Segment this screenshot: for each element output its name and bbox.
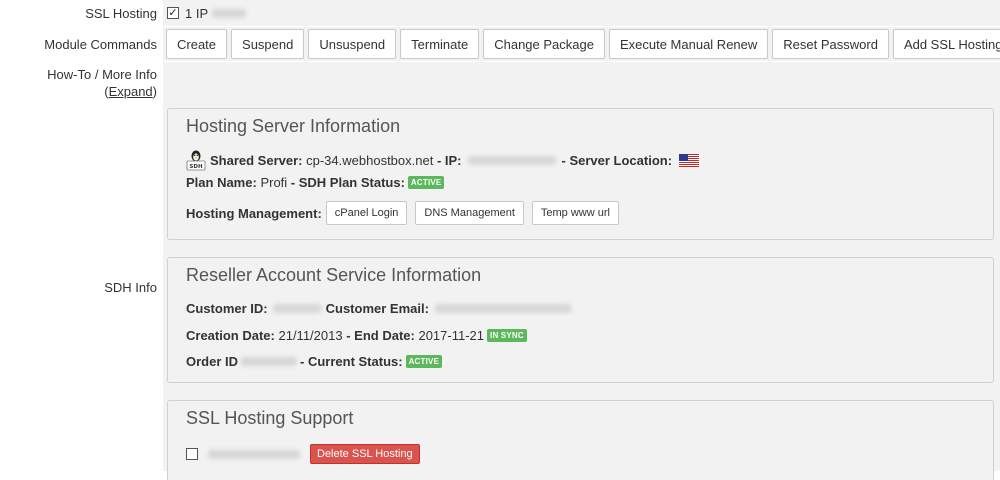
dates-line: Creation Date: 21/11/2013 - End Date: 20…	[186, 328, 527, 343]
shared-server-value: cp-34.webhostbox.net	[306, 152, 434, 168]
shared-server-label: Shared Server:	[210, 152, 303, 168]
ssl-hosting-support-panel: SSL Hosting Support Delete SSL Hosting	[167, 400, 994, 480]
order-id-label: Order ID	[186, 354, 239, 369]
module-commands-toolbar: Create Suspend Unsuspend Terminate Chang…	[163, 27, 1000, 61]
sdh-info-field: Hosting Server Information SDH Shared Se…	[163, 62, 1000, 480]
hosting-management-line: Hosting Management: cPanel Login DNS Man…	[186, 201, 619, 225]
hosting-server-title: Hosting Server Information	[186, 116, 401, 136]
unsuspend-button[interactable]: Unsuspend	[308, 29, 397, 59]
redacted-order-id	[241, 357, 298, 366]
expand-link[interactable]: Expand	[109, 84, 153, 99]
tux-penguin-icon: SDH	[186, 150, 206, 171]
sync-badge: IN SYNC	[487, 329, 527, 342]
creation-date-value: 21/11/2013	[278, 328, 343, 343]
ssl-hosting-text: 1 IP	[185, 5, 209, 21]
ssl-hosting-field: ✓ 1 IP	[163, 0, 1000, 26]
cpanel-login-button[interactable]: cPanel Login	[325, 201, 408, 225]
ssl-hosting-support-title: SSL Hosting Support	[186, 408, 354, 428]
customer-email-label: Customer Email:	[325, 301, 429, 316]
us-flag-icon	[679, 153, 700, 167]
customer-line: Customer ID: Customer Email:	[186, 301, 571, 316]
ssl-hosting-checkbox[interactable]: ✓	[167, 7, 179, 19]
howto-label: How-To / More Info (Expand)	[47, 67, 157, 99]
hosting-server-panel: Hosting Server Information SDH Shared Se…	[167, 108, 994, 240]
add-ssl-hosting-button[interactable]: Add SSL Hosting	[892, 29, 1000, 59]
svg-text:SDH: SDH	[189, 164, 203, 170]
redacted-customer-id	[272, 304, 321, 313]
redacted-ip	[212, 8, 247, 18]
redacted-server-ip	[467, 155, 556, 165]
plan-status-label: - SDH Plan Status:	[290, 175, 405, 190]
shared-server-line: SDH Shared Server: cp-34.webhostbox.net …	[186, 149, 700, 171]
ssl-support-checkbox[interactable]	[186, 448, 198, 460]
delete-ssl-hosting-button[interactable]: Delete SSL Hosting	[310, 444, 420, 464]
plan-status-badge: ACTIVE	[407, 176, 445, 189]
suspend-button[interactable]: Suspend	[231, 29, 305, 59]
order-line: Order ID - Current Status: ACTIVE	[186, 354, 443, 369]
terminate-button[interactable]: Terminate	[400, 29, 480, 59]
creation-date-label: Creation Date:	[186, 328, 275, 343]
change-package-button[interactable]: Change Package	[483, 29, 605, 59]
ssl-support-line: Delete SSL Hosting	[186, 444, 420, 464]
redacted-customer-email	[434, 304, 571, 313]
dns-management-button[interactable]: DNS Management	[415, 201, 524, 225]
plan-name-value: Profi	[260, 175, 288, 190]
end-date-value: 2017-11-21	[418, 328, 485, 343]
hosting-management-label: Hosting Management:	[186, 205, 322, 221]
plan-line: Plan Name: Profi - SDH Plan Status: ACTI…	[186, 175, 445, 190]
plan-name-label: Plan Name:	[186, 175, 257, 190]
sdh-info-label: SDH Info	[104, 280, 157, 295]
create-button[interactable]: Create	[166, 29, 228, 59]
reseller-account-panel: Reseller Account Service Information Cus…	[167, 257, 994, 383]
current-status-badge: ACTIVE	[405, 355, 443, 368]
reseller-account-title: Reseller Account Service Information	[186, 265, 482, 285]
current-status-label: - Current Status:	[300, 354, 403, 369]
execute-manual-renew-button[interactable]: Execute Manual Renew	[608, 29, 769, 59]
temp-www-url-button[interactable]: Temp www url	[531, 201, 619, 225]
end-date-label: - End Date:	[346, 328, 415, 343]
module-commands-label: Module Commands	[44, 37, 157, 52]
howto-label-text: How-To / More Info	[47, 67, 157, 82]
redacted-ssl-ip	[208, 449, 300, 459]
ssl-hosting-label: SSL Hosting	[85, 6, 157, 21]
ip-label: - IP:	[436, 152, 462, 168]
customer-id-label: Customer ID:	[186, 301, 268, 316]
reset-password-button[interactable]: Reset Password	[772, 29, 889, 59]
server-location-label: - Server Location:	[561, 152, 673, 168]
